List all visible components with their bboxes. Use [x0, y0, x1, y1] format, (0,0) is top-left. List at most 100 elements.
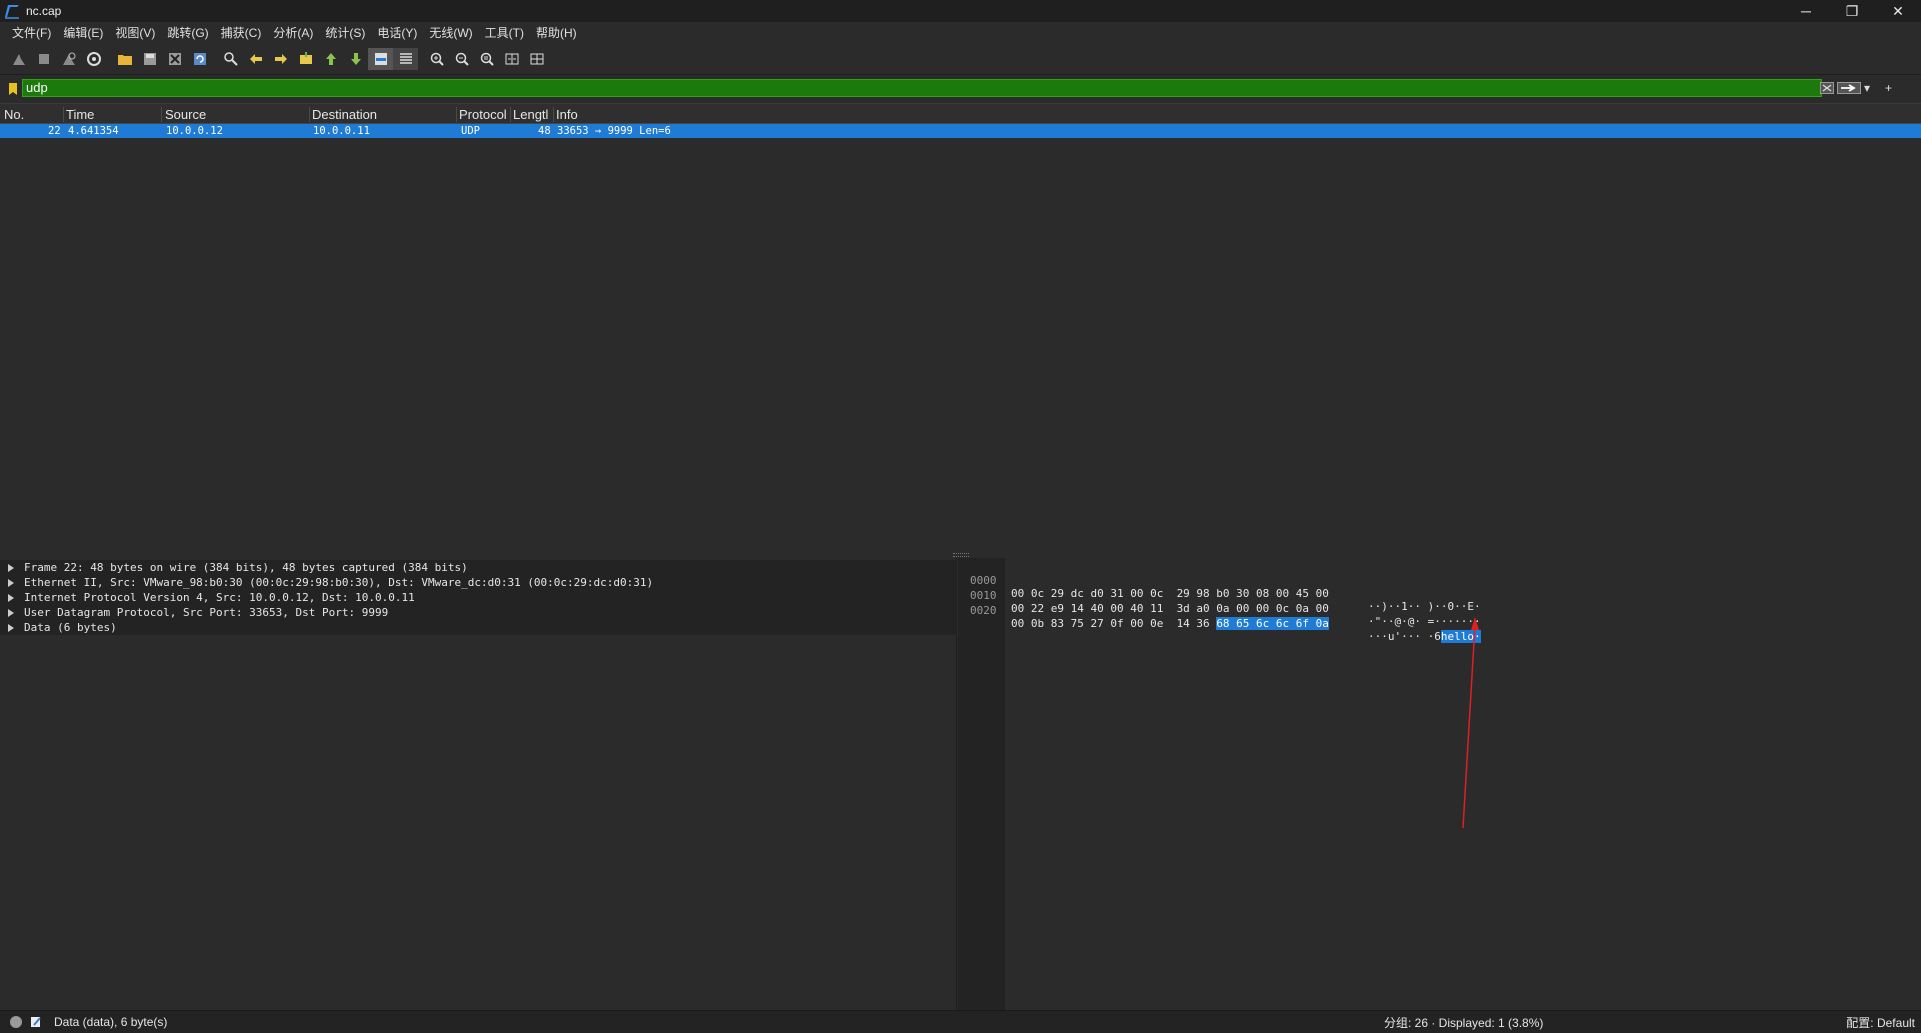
minimize-button[interactable]: ─: [1783, 0, 1829, 22]
column-source[interactable]: Source: [165, 107, 310, 122]
menu-telephony[interactable]: 电话(Y): [371, 23, 423, 43]
expand-arrow-icon[interactable]: [8, 623, 18, 632]
hex-bytes-highlighted: 68 65 6c 6c 6f 0a: [1216, 617, 1329, 630]
apply-filter-icon[interactable]: [1837, 80, 1861, 96]
packet-protocol: UDP: [461, 125, 480, 137]
column-time[interactable]: Time: [66, 107, 162, 122]
title-bar: nc.cap ─ ❐ ✕: [0, 0, 1921, 22]
hex-row[interactable]: 0000 00 0c 29 dc d0 31 00 0c 29 98 b0 30…: [958, 561, 1481, 613]
layout-icon[interactable]: [524, 48, 549, 70]
column-info[interactable]: Info: [556, 107, 578, 122]
packet-list-header: No. Time Source Destination Protocol Len…: [0, 104, 1921, 124]
zoom-out-icon[interactable]: [449, 48, 474, 70]
packet-length: 48: [538, 125, 551, 137]
save-file-icon[interactable]: [137, 48, 162, 70]
status-field-info: Data (data), 6 byte(s): [54, 1015, 168, 1029]
first-packet-icon[interactable]: [318, 48, 343, 70]
restore-button[interactable]: ❐: [1829, 0, 1875, 22]
detail-row-ethernet[interactable]: Ethernet II, Src: VMware_98:b0:30 (00:0c…: [0, 575, 957, 590]
go-back-icon[interactable]: [243, 48, 268, 70]
menu-view[interactable]: 视图(V): [109, 23, 161, 43]
main-toolbar: [0, 43, 1921, 75]
hex-bytes: 00 0b 83 75 27 0f 00 0e 14 36: [1011, 617, 1217, 630]
expand-arrow-icon[interactable]: [8, 578, 18, 587]
expand-arrow-icon[interactable]: [8, 608, 18, 617]
hex-offset: 0020: [970, 604, 997, 617]
detail-label: User Datagram Protocol, Src Port: 33653,…: [24, 606, 389, 619]
find-packet-icon[interactable]: [218, 48, 243, 70]
ascii-text: ·"··@·@· =·······: [1368, 615, 1481, 628]
detail-label: Data (6 bytes): [24, 621, 117, 634]
detail-row-udp[interactable]: User Datagram Protocol, Src Port: 33653,…: [0, 605, 957, 620]
expert-info-icon[interactable]: [10, 1016, 22, 1028]
add-filter-button-icon[interactable]: +: [1885, 80, 1892, 96]
menu-go[interactable]: 跳转(G): [161, 23, 214, 43]
packet-details-pane: Frame 22: 48 bytes on wire (384 bits), 4…: [0, 558, 957, 1010]
menu-bar: 文件(F) 编辑(E) 视图(V) 跳转(G) 捕获(C) 分析(A) 统计(S…: [0, 22, 1921, 43]
detail-label: Frame 22: 48 bytes on wire (384 bits), 4…: [24, 561, 468, 574]
last-packet-icon[interactable]: [343, 48, 368, 70]
detail-row-frame[interactable]: Frame 22: 48 bytes on wire (384 bits), 4…: [0, 560, 957, 575]
status-packet-count: 分组: 26 · Displayed: 1 (3.8%): [1384, 1015, 1544, 1030]
packet-info: 33653 → 9999 Len=6: [557, 125, 671, 137]
bookmark-icon[interactable]: [6, 80, 20, 97]
autoscroll-icon[interactable]: [368, 47, 393, 70]
capture-options-icon[interactable]: [81, 48, 106, 70]
status-bar: Data (data), 6 byte(s) 分组: 26 · Displaye…: [0, 1010, 1921, 1033]
column-protocol[interactable]: Protocol: [459, 107, 511, 122]
detail-row-ipv4[interactable]: Internet Protocol Version 4, Src: 10.0.0…: [0, 590, 957, 605]
colorize-icon[interactable]: [393, 47, 418, 70]
menu-statistics[interactable]: 统计(S): [319, 23, 371, 43]
column-no[interactable]: No.: [4, 107, 64, 122]
menu-help[interactable]: 帮助(H): [530, 23, 583, 43]
menu-file[interactable]: 文件(F): [6, 23, 57, 43]
hex-bytes: 00 0c 29 dc d0 31 00 0c 29 98 b0 30 08 0…: [1011, 587, 1329, 600]
menu-capture[interactable]: 捕获(C): [215, 23, 268, 43]
hex-bytes: 00 22 e9 14 40 00 40 11 3d a0 0a 00 00 0…: [1011, 602, 1329, 615]
hex-row[interactable]: 0010 00 22 e9 14 40 00 40 11 3d a0 0a 00…: [958, 576, 1481, 628]
filter-dropdown-icon[interactable]: ▾: [1864, 80, 1870, 96]
packet-bytes-pane: 0000 00 0c 29 dc d0 31 00 0c 29 98 b0 30…: [958, 558, 1921, 1010]
detail-label: Ethernet II, Src: VMware_98:b0:30 (00:0c…: [24, 576, 654, 589]
packet-time: 4.641354: [68, 125, 119, 137]
expand-arrow-icon[interactable]: [8, 593, 18, 602]
zoom-normal-icon[interactable]: [474, 48, 499, 70]
reload-icon[interactable]: [187, 48, 212, 70]
ascii-highlighted: hello·: [1440, 630, 1481, 643]
column-length[interactable]: Lengtl: [513, 107, 554, 122]
wireshark-logo-icon: [5, 5, 19, 19]
menu-tools[interactable]: 工具(T): [479, 23, 530, 43]
detail-row-data[interactable]: Data (6 bytes): [0, 620, 957, 635]
go-forward-icon[interactable]: [268, 48, 293, 70]
detail-label: Internet Protocol Version 4, Src: 10.0.0…: [24, 591, 415, 604]
packet-source: 10.0.0.12: [166, 125, 223, 137]
pane-splitter-handle[interactable]: [953, 553, 969, 557]
hex-row[interactable]: 0020 00 0b 83 75 27 0f 00 0e 14 36 68 65…: [958, 591, 1481, 643]
menu-wireless[interactable]: 无线(W): [423, 23, 478, 43]
column-destination[interactable]: Destination: [312, 107, 457, 122]
zoom-in-icon[interactable]: [424, 48, 449, 70]
packet-row[interactable]: 22 4.641354 10.0.0.12 10.0.0.11 UDP 48 3…: [0, 124, 1921, 138]
shark-fin-start-icon[interactable]: [6, 48, 31, 70]
display-filter-input[interactable]: udp: [22, 79, 1822, 97]
restart-icon[interactable]: [56, 48, 81, 70]
menu-analyze[interactable]: 分析(A): [267, 23, 319, 43]
ascii-text: ···u'··· ·6: [1368, 630, 1441, 643]
open-file-icon[interactable]: [112, 48, 137, 70]
stop-icon[interactable]: [31, 48, 56, 70]
go-to-packet-icon[interactable]: [293, 48, 318, 70]
resize-columns-icon[interactable]: [499, 48, 524, 70]
packet-no: 22: [48, 125, 61, 137]
clear-filter-icon[interactable]: [1820, 80, 1834, 96]
expand-arrow-icon[interactable]: [8, 563, 18, 572]
close-button[interactable]: ✕: [1875, 0, 1921, 22]
packet-list: No. Time Source Destination Protocol Len…: [0, 103, 1921, 553]
status-profile[interactable]: 配置: Default: [1846, 1014, 1915, 1031]
packet-destination: 10.0.0.11: [313, 125, 370, 137]
ascii-text: ··)··1·· )··0··E·: [1368, 600, 1481, 613]
window-title: nc.cap: [26, 4, 62, 18]
capture-comment-icon[interactable]: [30, 1016, 42, 1028]
close-file-icon[interactable]: [162, 48, 187, 70]
display-filter-bar: udp ▾ +: [0, 79, 1921, 98]
menu-edit[interactable]: 编辑(E): [57, 23, 109, 43]
